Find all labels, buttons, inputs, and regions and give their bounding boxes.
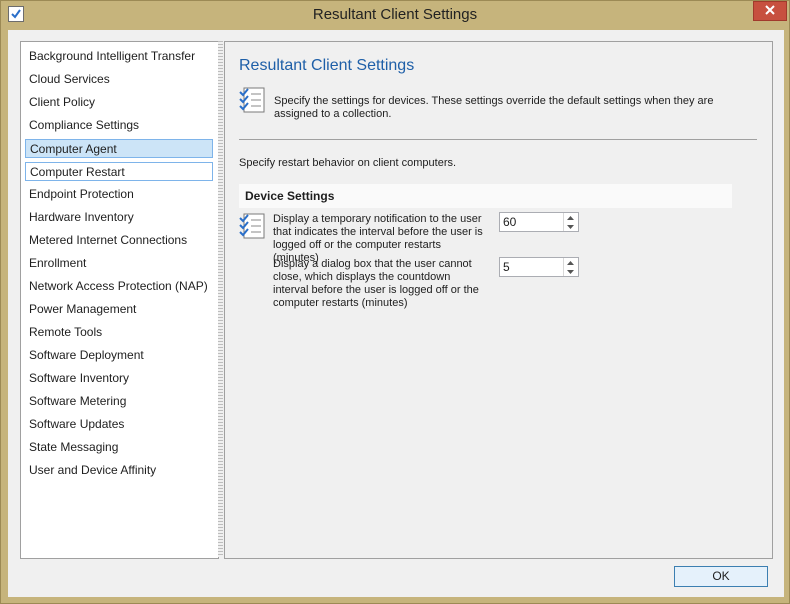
nav-item-user-and-device-affinity[interactable]: User and Device Affinity	[25, 461, 213, 480]
close-button[interactable]	[753, 1, 787, 21]
settings-category-list[interactable]: Background Intelligent Transfer Cloud Se…	[20, 41, 219, 559]
chevron-up-icon[interactable]	[564, 213, 577, 222]
nav-item-cloud-services[interactable]: Cloud Services	[25, 70, 213, 89]
settings-content-panel: Resultant Client Settings Specify the se…	[224, 41, 773, 559]
settings-description: Specify the settings for devices. These …	[274, 95, 714, 120]
chevron-down-icon[interactable]	[564, 222, 577, 231]
countdown-dialog-minutes-stepper[interactable]: 5	[499, 257, 579, 277]
nav-item-computer-restart[interactable]: Computer Restart	[25, 162, 213, 181]
nav-item-power-management[interactable]: Power Management	[25, 300, 213, 319]
chevron-down-icon[interactable]	[564, 267, 577, 276]
dialog-body: Background Intelligent Transfer Cloud Se…	[8, 30, 784, 597]
nav-item-enrollment[interactable]: Enrollment	[25, 254, 213, 273]
nav-item-hardware-inventory[interactable]: Hardware Inventory	[25, 208, 213, 227]
temporary-notification-minutes-stepper[interactable]: 60	[499, 212, 579, 232]
dialog-window: Resultant Client Settings Background Int…	[0, 0, 790, 604]
chevron-up-icon[interactable]	[564, 258, 577, 267]
nav-item-remote-tools[interactable]: Remote Tools	[25, 323, 213, 342]
nav-item-compliance-settings[interactable]: Compliance Settings	[25, 116, 213, 135]
nav-item-state-messaging[interactable]: State Messaging	[25, 438, 213, 457]
ok-button[interactable]: OK	[674, 566, 768, 587]
device-settings-header: Device Settings	[239, 184, 732, 208]
stepper-value[interactable]: 60	[503, 215, 516, 229]
stepper-value[interactable]: 5	[503, 260, 510, 274]
nav-item-metered-internet-connections[interactable]: Metered Internet Connections	[25, 231, 213, 250]
nav-item-computer-agent[interactable]: Computer Agent	[25, 139, 213, 158]
nav-item-software-metering[interactable]: Software Metering	[25, 392, 213, 411]
page-title: Resultant Client Settings	[239, 57, 415, 74]
nav-item-background-intelligent-transfer[interactable]: Background Intelligent Transfer	[25, 47, 213, 66]
restart-behavior-note: Specify restart behavior on client compu…	[239, 157, 457, 169]
nav-item-software-deployment[interactable]: Software Deployment	[25, 346, 213, 365]
nav-item-software-updates[interactable]: Software Updates	[25, 415, 213, 434]
settings-checklist-icon	[238, 86, 268, 114]
panel-splitter[interactable]	[218, 41, 223, 557]
divider	[239, 139, 757, 140]
stepper-buttons	[563, 213, 578, 231]
settings-checklist-icon	[238, 212, 268, 240]
nav-item-endpoint-protection[interactable]: Endpoint Protection	[25, 185, 213, 204]
window-title: Resultant Client Settings	[312, 6, 478, 23]
close-icon	[765, 2, 775, 20]
countdown-dialog-label: Display a dialog box that the user canno…	[273, 258, 479, 309]
nav-item-software-inventory[interactable]: Software Inventory	[25, 369, 213, 388]
nav-item-client-policy[interactable]: Client Policy	[25, 93, 213, 112]
nav-item-network-access-protection[interactable]: Network Access Protection (NAP)	[25, 277, 213, 296]
title-bar[interactable]: Resultant Client Settings	[1, 1, 789, 29]
stepper-buttons	[563, 258, 578, 276]
